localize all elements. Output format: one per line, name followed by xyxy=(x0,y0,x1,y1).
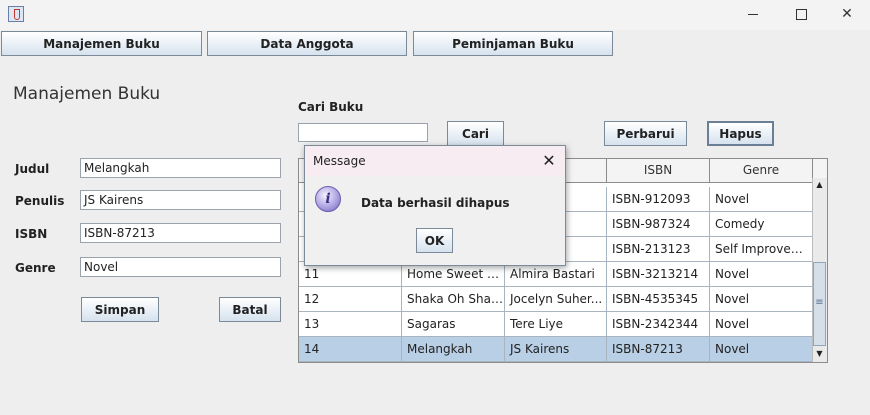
title-label: Judul xyxy=(15,162,50,176)
title-field[interactable]: Melangkah xyxy=(80,158,281,178)
dialog-message: Data berhasil dihapus xyxy=(361,196,510,210)
table-cell: ISBN-3213214 xyxy=(607,262,710,287)
table-cell: ISBN-2342344 xyxy=(607,312,710,337)
search-button[interactable]: Cari xyxy=(447,121,504,146)
info-icon: i xyxy=(315,186,341,212)
table-cell: Tere Liye xyxy=(505,312,607,337)
table-cell: Novel xyxy=(710,337,813,362)
author-field[interactable]: JS Kairens xyxy=(80,190,281,210)
java-app-icon xyxy=(8,6,24,22)
window-titlebar: ✕ xyxy=(0,0,870,30)
maximize-icon xyxy=(795,8,807,20)
table-cell: Novel xyxy=(710,287,813,312)
column-header[interactable]: ISBN xyxy=(607,159,710,183)
page-title: Manajemen Buku xyxy=(13,84,161,104)
nav-members-button[interactable]: Data Anggota xyxy=(207,31,407,56)
table-cell: Shaka Oh Shaka xyxy=(402,287,505,312)
scroll-down-icon[interactable]: ▼ xyxy=(812,347,827,361)
genre-field[interactable]: Novel xyxy=(80,257,281,277)
search-label: Cari Buku xyxy=(298,100,364,114)
table-cell: Sagaras xyxy=(402,312,505,337)
message-dialog: Message ✕ i Data berhasil dihapus OK xyxy=(304,145,566,266)
genre-label: Genre xyxy=(15,261,56,275)
dialog-titlebar: Message ✕ xyxy=(305,146,565,176)
table-cell: Self Improveme... xyxy=(710,237,813,262)
minimize-icon xyxy=(748,13,758,15)
nav-books-button[interactable]: Manajemen Buku xyxy=(1,31,202,56)
isbn-label: ISBN xyxy=(15,227,48,241)
table-cell: Melangkah xyxy=(402,337,505,362)
table-cell: ISBN-912093 xyxy=(607,187,710,212)
ok-button[interactable]: OK xyxy=(416,228,453,253)
dialog-title: Message xyxy=(313,154,366,168)
table-cell: Jocelyn Suher... xyxy=(505,287,607,312)
scroll-up-icon[interactable]: ▲ xyxy=(812,178,827,192)
search-input[interactable] xyxy=(298,123,428,142)
table-cell: ISBN-213123 xyxy=(607,237,710,262)
table-cell: Novel xyxy=(710,262,813,287)
table-cell: ISBN-87213 xyxy=(607,337,710,362)
isbn-field[interactable]: ISBN-87213 xyxy=(80,223,281,243)
minimize-button[interactable] xyxy=(730,0,776,30)
cancel-button[interactable]: Batal xyxy=(219,297,281,322)
table-cell: 12 xyxy=(299,287,402,312)
save-button[interactable]: Simpan xyxy=(81,297,159,322)
scroll-thumb[interactable]: ≡ xyxy=(813,262,826,346)
nav-loans-button[interactable]: Peminjaman Buku xyxy=(413,31,613,56)
table-cell: Novel xyxy=(710,312,813,337)
table-cell: ISBN-4535345 xyxy=(607,287,710,312)
table-cell: JS Kairens xyxy=(505,337,607,362)
table-cell: ISBN-987324 xyxy=(607,212,710,237)
table-cell: Novel xyxy=(710,187,813,212)
table-cell: Comedy xyxy=(710,212,813,237)
grip-icon: ≡ xyxy=(815,297,824,308)
delete-button[interactable]: Hapus xyxy=(707,121,774,146)
table-cell: 14 xyxy=(299,337,402,362)
dialog-close-icon[interactable]: ✕ xyxy=(537,150,561,172)
column-header[interactable]: Genre xyxy=(710,159,813,183)
maximize-button[interactable] xyxy=(778,0,824,30)
table-cell: 13 xyxy=(299,312,402,337)
author-label: Penulis xyxy=(15,194,65,208)
update-button[interactable]: Perbarui xyxy=(604,121,687,146)
window-close-button[interactable]: ✕ xyxy=(824,0,870,30)
